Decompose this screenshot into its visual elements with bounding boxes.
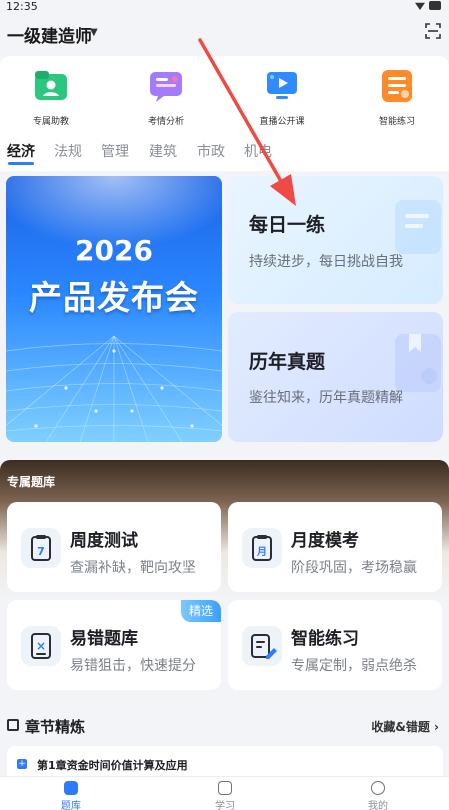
tab-management[interactable]: 管理 bbox=[101, 141, 129, 161]
nav-label: 学习 bbox=[215, 801, 235, 810]
banner-title: 产品发布会 bbox=[29, 278, 199, 317]
launch-banner[interactable]: 2026 产品发布会 bbox=[6, 176, 222, 442]
error-document-icon: × bbox=[21, 626, 61, 666]
daily-practice-title: 每日一练 bbox=[249, 214, 326, 236]
daily-practice-subtitle: 持续进步，每日挑战自我 bbox=[249, 254, 403, 270]
tab-economy[interactable]: 经济 bbox=[7, 141, 35, 161]
smiley-icon bbox=[371, 781, 385, 795]
weekly-test-subtitle: 查漏补缺，靶向攻坚 bbox=[70, 560, 196, 576]
error-bank-title: 易错题库 bbox=[70, 629, 138, 649]
quick-action-label: 专属助教 bbox=[32, 117, 69, 127]
featured-badge: 精选 bbox=[181, 600, 221, 622]
caret-down-icon[interactable]: ▼ bbox=[90, 27, 98, 38]
favorites-errors-link[interactable]: 收藏&错题 › bbox=[371, 718, 439, 735]
monthly-mock-subtitle: 阶段巩固，考场稳赢 bbox=[291, 560, 417, 576]
weekly-test-title: 周度测试 bbox=[70, 531, 138, 551]
expand-plus-icon[interactable]: + bbox=[17, 759, 27, 769]
daily-practice-card[interactable]: 每日一练 持续进步，每日挑战自我 bbox=[228, 176, 443, 304]
bottom-nav: 题库 学习 我的 bbox=[0, 776, 449, 810]
book-icon bbox=[7, 719, 19, 731]
nav-study[interactable]: 学习 bbox=[195, 781, 255, 810]
subject-tabs: 经济 法规 管理 建筑 市政 机电 bbox=[0, 138, 449, 166]
weekly-test-tile[interactable]: 7 周度测试 查漏补缺，靶向攻坚 bbox=[7, 502, 221, 592]
quick-action-label: 直播公开课 bbox=[259, 117, 305, 127]
tab-architecture[interactable]: 建筑 bbox=[149, 141, 177, 161]
smart-practice-tile[interactable]: 智能练习 专属定制，弱点绝杀 bbox=[228, 600, 442, 690]
past-exams-card[interactable]: 历年真题 鉴往知来，历年真题精解 bbox=[228, 312, 443, 442]
folder-user-icon bbox=[33, 68, 69, 104]
quick-action-smart-practice[interactable]: 智能练习 bbox=[357, 68, 437, 127]
status-time: 12:35 bbox=[6, 0, 38, 13]
tab-regulations[interactable]: 法规 bbox=[54, 141, 82, 161]
error-bank-tile[interactable]: × 易错题库 易错狙击，快速提分 精选 bbox=[7, 600, 221, 690]
exclusive-bank-title: 专属题库 bbox=[7, 475, 56, 489]
monthly-mock-tile[interactable]: 月 月度模考 阶段巩固，考场稳赢 bbox=[228, 502, 442, 592]
quick-action-label: 考情分析 bbox=[147, 117, 184, 127]
calendar-week-icon: 7 bbox=[21, 528, 61, 568]
chapter-section-title: 章节精炼 bbox=[25, 718, 86, 736]
nav-question-bank[interactable]: 题库 bbox=[41, 781, 101, 810]
active-tab-indicator bbox=[8, 162, 34, 165]
nav-label: 题库 bbox=[61, 801, 81, 810]
nav-label: 我的 bbox=[368, 801, 388, 810]
quick-action-live[interactable]: 直播公开课 bbox=[242, 68, 322, 127]
tab-municipal[interactable]: 市政 bbox=[197, 141, 225, 161]
svg-text:月: 月 bbox=[256, 546, 267, 558]
edit-document-icon bbox=[242, 626, 282, 666]
svg-text:7: 7 bbox=[37, 545, 45, 558]
question-bank-icon bbox=[64, 781, 78, 795]
banner-year: 2026 bbox=[75, 234, 153, 267]
smart-practice-subtitle: 专属定制，弱点绝杀 bbox=[291, 658, 417, 674]
wifi-icon bbox=[415, 2, 425, 10]
chapter-title: 第1章资金时间价值计算及应用 bbox=[37, 759, 188, 772]
play-icon bbox=[218, 781, 232, 795]
monthly-mock-title: 月度模考 bbox=[291, 531, 359, 551]
quick-action-label: 智能练习 bbox=[378, 117, 415, 127]
nav-profile[interactable]: 我的 bbox=[348, 781, 408, 810]
smart-practice-icon bbox=[379, 68, 415, 104]
chat-analysis-icon bbox=[148, 68, 184, 104]
smart-practice-title: 智能练习 bbox=[291, 629, 359, 649]
quick-action-analysis[interactable]: 考情分析 bbox=[126, 68, 206, 127]
past-exams-subtitle: 鉴往知来，历年真题精解 bbox=[249, 390, 403, 406]
tab-electromechanical[interactable]: 机电 bbox=[244, 141, 272, 161]
quick-action-tutor[interactable]: 专属助教 bbox=[11, 68, 91, 127]
exam-selector[interactable]: 一级建造师 bbox=[7, 22, 92, 47]
past-exams-title: 历年真题 bbox=[249, 351, 326, 373]
live-class-icon bbox=[264, 68, 300, 104]
calendar-month-icon: 月 bbox=[242, 528, 282, 568]
chapter-section-header: 章节精炼 收藏&错题 › bbox=[0, 708, 449, 742]
status-icons bbox=[415, 1, 441, 10]
scan-icon[interactable] bbox=[425, 23, 441, 39]
app-header: 一级建造师 ▼ bbox=[0, 14, 449, 54]
battery-icon bbox=[429, 1, 441, 10]
svg-text:×: × bbox=[36, 639, 46, 653]
status-bar: 12:35 bbox=[0, 0, 449, 14]
chapter-item[interactable]: + 第1章资金时间价值计算及应用 bbox=[7, 746, 443, 776]
error-bank-subtitle: 易错狙击，快速提分 bbox=[70, 658, 196, 674]
